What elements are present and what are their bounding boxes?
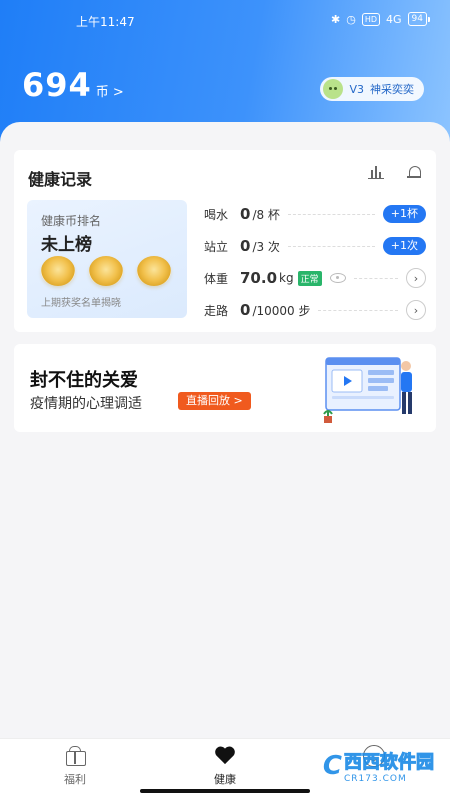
record-label: 走路: [204, 303, 229, 318]
bluetooth-icon: ✱: [331, 12, 341, 26]
tab-label: 健康: [214, 773, 236, 786]
bell-icon[interactable]: [406, 164, 422, 180]
ranking-status: 未上榜: [41, 235, 92, 255]
ranking-label: 健康币排名: [41, 214, 102, 228]
status-icons: ✱ ◷ HD 4G 94: [331, 12, 430, 26]
gold-coin-icon: [41, 256, 75, 286]
chevron-right-icon[interactable]: ›: [406, 300, 426, 320]
watermark-brand: 西西软件园: [344, 752, 435, 774]
record-value: 0: [240, 205, 251, 223]
record-value: 0: [240, 301, 251, 319]
add-water-button[interactable]: +1杯: [382, 205, 426, 223]
record-unit: kg: [279, 271, 294, 285]
record-value: 0: [240, 237, 251, 255]
coin-ranking-panel[interactable]: 健康币排名 未上榜 上期获奖名单揭晓: [27, 200, 187, 318]
card-title: 健康记录: [28, 170, 93, 189]
record-stand: 站立 0 /3 次 +1次: [204, 230, 426, 262]
status-badge: 正常: [297, 270, 322, 286]
user-level: V3: [349, 82, 364, 96]
promo-title: 封不住的关爱: [30, 370, 138, 391]
tab-label: 福利: [64, 773, 86, 786]
record-value: 70.0: [240, 269, 278, 287]
record-label: 喝水: [204, 207, 229, 222]
record-label: 站立: [204, 239, 229, 254]
heart-icon: [214, 745, 236, 765]
status-time: 上午11:47: [76, 15, 135, 29]
record-water: 喝水 0 /8 杯 +1杯: [204, 198, 426, 230]
record-label: 体重: [204, 271, 229, 286]
gold-coin-icon: [137, 256, 171, 286]
watermark: C 西西软件园 CR173.COM: [322, 748, 435, 784]
medals: [41, 256, 171, 286]
coin-unit: 币: [95, 85, 109, 100]
hd-badge: HD: [361, 12, 381, 26]
alarm-icon: ◷: [346, 12, 356, 26]
tab-health[interactable]: 健康: [195, 745, 255, 787]
battery-icon: 94: [407, 12, 430, 26]
promo-subtitle: 疫情期的心理调适: [30, 396, 142, 412]
status-bar: 上午11:47 ✱ ◷ HD 4G 94: [0, 12, 450, 30]
chevron-right-icon: >: [112, 85, 124, 100]
eye-icon[interactable]: [329, 273, 346, 283]
battery-level: 94: [407, 12, 427, 26]
user-level-chip[interactable]: V3 神采奕奕: [320, 77, 424, 101]
signal-icon: 4G: [386, 12, 402, 26]
tab-welfare[interactable]: 福利: [45, 745, 105, 787]
bar-chart-icon[interactable]: [368, 164, 384, 180]
coin-balance[interactable]: 694 币 >: [22, 66, 124, 104]
ranking-footnote: 上期获奖名单揭晓: [41, 298, 121, 309]
chevron-right-icon[interactable]: ›: [406, 268, 426, 288]
avatar: [323, 79, 344, 99]
gift-icon: [64, 745, 86, 766]
health-records: 喝水 0 /8 杯 +1杯 站立 0 /3 次 +1次 体重 70.0 kg 正…: [204, 198, 426, 326]
health-record-card: 健康记录 健康币排名 未上榜 上期获奖名单揭晓 喝水 0 /8 杯 +1杯 站立…: [14, 150, 436, 332]
home-indicator[interactable]: [140, 789, 310, 793]
user-name: 神采奕奕: [370, 83, 414, 96]
main-content: 健康记录 健康币排名 未上榜 上期获奖名单揭晓 喝水 0 /8 杯 +1杯 站立…: [0, 122, 450, 738]
replay-button[interactable]: 直播回放 >: [178, 392, 251, 410]
gold-coin-icon: [89, 256, 123, 286]
record-unit: /10000 步: [252, 303, 311, 318]
card-tools: [368, 164, 422, 180]
live-promo-card[interactable]: 封不住的关爱 疫情期的心理调适 直播回放 >: [14, 344, 436, 432]
promo-illustration: [323, 357, 412, 423]
record-unit: /3 次: [252, 239, 280, 254]
record-weight[interactable]: 体重 70.0 kg 正常 ›: [204, 262, 426, 294]
record-walk[interactable]: 走路 0 /10000 步 ›: [204, 294, 426, 326]
watermark-logo-icon: C: [322, 751, 342, 781]
watermark-url: CR173.COM: [344, 774, 407, 784]
add-stand-button[interactable]: +1次: [382, 237, 426, 255]
coin-count: 694: [22, 66, 92, 104]
record-unit: /8 杯: [252, 207, 280, 222]
